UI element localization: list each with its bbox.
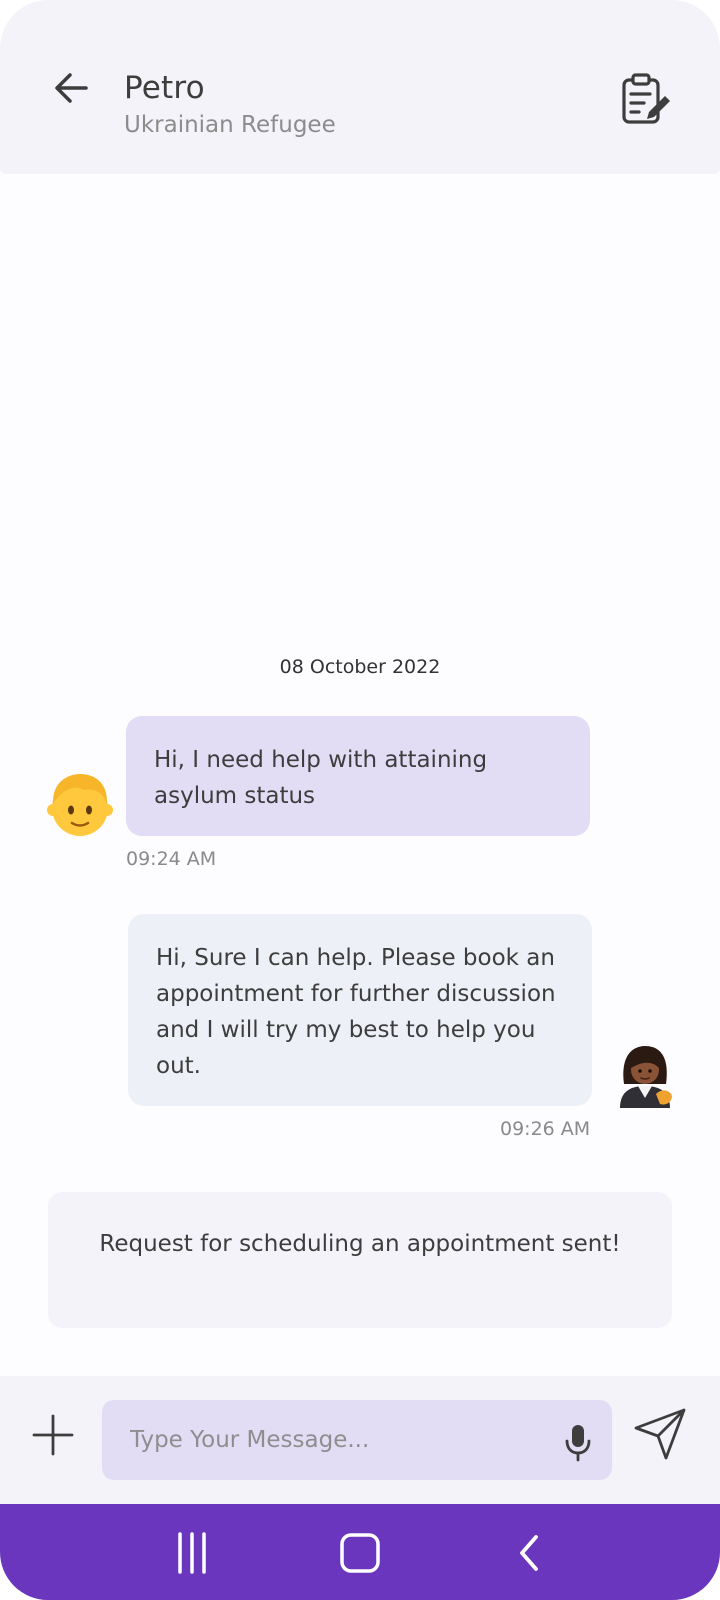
outgoing-message-time: 09:26 AM — [500, 1118, 591, 1140]
outgoing-message-bubble: Hi, Sure I can help. Please book an appo… — [128, 914, 592, 1106]
recents-icon — [178, 1532, 206, 1574]
recents-button[interactable] — [164, 1528, 220, 1578]
message-input[interactable] — [130, 1418, 530, 1462]
woman-professional-emoji-avatar — [620, 1046, 672, 1108]
boy-emoji-avatar — [47, 774, 113, 836]
microphone-icon — [565, 1425, 591, 1462]
chevron-left-icon — [520, 1535, 538, 1571]
agent-avatar — [614, 1044, 676, 1108]
attach-button[interactable] — [30, 1412, 76, 1458]
home-icon — [340, 1533, 380, 1573]
chat-screen: Petro Ukrainian Refugee 08 October 2022 — [0, 0, 720, 1600]
contact-avatar — [44, 768, 116, 840]
chat-header: Petro Ukrainian Refugee — [0, 0, 720, 174]
appointment-request-notice: Request for scheduling an appointment se… — [48, 1192, 672, 1328]
notes-button[interactable] — [620, 72, 672, 128]
clipboard-edit-icon — [622, 73, 670, 124]
voice-message-button[interactable] — [560, 1422, 596, 1462]
plus-icon — [32, 1414, 74, 1456]
incoming-message-bubble: Hi, I need help with attaining asylum st… — [126, 716, 590, 836]
send-button[interactable] — [632, 1406, 688, 1462]
message-input-container — [102, 1400, 612, 1480]
home-button[interactable] — [332, 1528, 388, 1578]
message-composer — [0, 1376, 720, 1504]
system-navigation-bar — [0, 1504, 720, 1600]
chat-date-divider: 08 October 2022 — [279, 656, 441, 678]
back-button[interactable] — [48, 64, 96, 112]
contact-subtitle: Ukrainian Refugee — [124, 112, 336, 138]
paper-plane-send-icon — [634, 1408, 686, 1460]
contact-name: Petro — [124, 70, 205, 106]
incoming-message-time: 09:24 AM — [126, 848, 217, 870]
system-back-button[interactable] — [502, 1528, 558, 1578]
arrow-left-icon — [55, 73, 88, 103]
